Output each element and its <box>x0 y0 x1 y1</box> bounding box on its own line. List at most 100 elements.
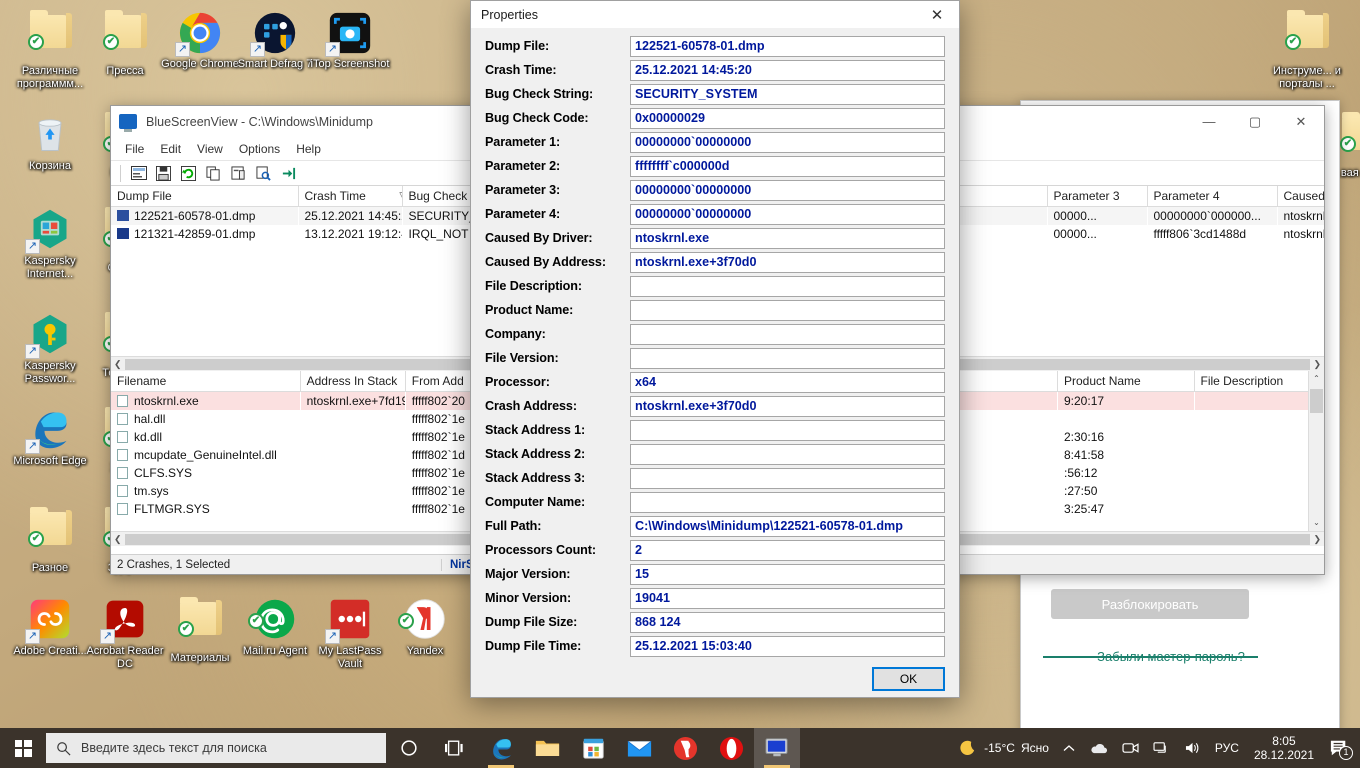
column-filename[interactable]: Filename <box>111 371 301 392</box>
property-value-field[interactable] <box>630 347 945 369</box>
desktop-icon-mailru-agent[interactable]: ✔ Mail.ru Agent <box>233 595 317 658</box>
maximize-button[interactable]: ▢ <box>1232 106 1278 138</box>
clock[interactable]: 8:05 28.12.2021 <box>1246 734 1322 762</box>
menu-help[interactable]: Help <box>288 140 329 158</box>
column-parameter-3[interactable]: Parameter 3 <box>1047 186 1148 207</box>
desktop-icon-itop-screenshot[interactable]: ↗ iTop Screenshot <box>308 8 392 71</box>
menu-options[interactable]: Options <box>231 140 288 158</box>
column-product-name[interactable]: Product Name <box>1057 371 1195 392</box>
desktop-icon-folder[interactable]: ✔ Пресса <box>83 8 167 78</box>
file-properties-icon[interactable] <box>228 164 249 183</box>
scroll-down-arrow-icon[interactable]: ⌄ <box>1309 515 1324 531</box>
close-icon[interactable]: ✕ <box>915 1 959 28</box>
property-value-field[interactable]: 2 <box>630 539 945 561</box>
desktop-icon-folder[interactable]: ✔ Различные программм... <box>8 8 92 90</box>
property-value-field[interactable]: ntoskrnl.exe+3f70d0 <box>630 395 945 417</box>
property-value-field[interactable] <box>630 443 945 465</box>
desktop-icon-folder[interactable]: ✔ Инструме... и порталы ... <box>1265 8 1349 90</box>
task-view-button[interactable] <box>432 728 478 768</box>
scroll-thumb[interactable] <box>1310 389 1323 413</box>
scroll-left-arrow-icon[interactable]: ❮ <box>114 534 122 545</box>
column-parameter-4[interactable]: Parameter 4 <box>1147 186 1278 207</box>
scroll-right-arrow-icon[interactable]: ❯ <box>1313 534 1321 545</box>
cortana-button[interactable] <box>386 728 432 768</box>
property-value-field[interactable]: 868 124 <box>630 611 945 633</box>
property-value-field[interactable] <box>630 491 945 513</box>
properties-icon[interactable] <box>128 164 149 183</box>
properties-titlebar[interactable]: Properties ✕ <box>471 1 959 28</box>
notification-center-button[interactable]: 1 <box>1322 728 1356 768</box>
property-value-field[interactable] <box>630 419 945 441</box>
menu-edit[interactable]: Edit <box>152 140 189 158</box>
save-icon[interactable] <box>153 164 174 183</box>
property-value-field[interactable] <box>630 323 945 345</box>
bluescreenview-taskbar-button[interactable] <box>754 728 800 768</box>
scroll-left-arrow-icon[interactable]: ❮ <box>114 359 122 370</box>
desktop-icon-lastpass[interactable]: ↗ My LastPass Vault <box>308 595 392 670</box>
property-value-field[interactable] <box>630 467 945 489</box>
desktop-icon-chrome[interactable]: ↗ Google Chrome <box>158 8 242 71</box>
column-file-description[interactable]: File Description <box>1194 371 1324 392</box>
refresh-icon[interactable] <box>178 164 199 183</box>
property-value-field[interactable]: 00000000`00000000 <box>630 179 945 201</box>
desktop-icon-folder[interactable]: ✔ Разное <box>8 505 92 575</box>
desktop-icon-microsoft-edge[interactable]: ↗ Microsoft Edge <box>8 405 92 468</box>
close-button[interactable]: ✕ <box>1278 106 1324 138</box>
start-button[interactable] <box>0 728 46 768</box>
menu-file[interactable]: File <box>117 140 152 158</box>
desktop-icon-kaspersky-password[interactable]: ↗ Kaspersky Passwor... <box>8 310 92 385</box>
minimize-button[interactable]: — <box>1186 106 1232 138</box>
microsoft-store-taskbar-button[interactable] <box>570 728 616 768</box>
copy-icon[interactable] <box>203 164 224 183</box>
property-value-field[interactable]: 15 <box>630 563 945 585</box>
property-value-field[interactable]: 00000000`00000000 <box>630 203 945 225</box>
menu-view[interactable]: View <box>189 140 231 158</box>
camera-tray-button[interactable] <box>1115 728 1146 768</box>
edge-taskbar-button[interactable] <box>478 728 524 768</box>
find-icon[interactable] <box>253 164 274 183</box>
column-caused-by-driver[interactable]: Caused By Driver <box>1277 186 1324 207</box>
property-value-field[interactable]: 19041 <box>630 587 945 609</box>
column-crash-time[interactable]: Crash Time ▽ <box>298 186 403 207</box>
file-explorer-taskbar-button[interactable] <box>524 728 570 768</box>
ok-button[interactable]: OK <box>872 667 945 691</box>
property-value-field[interactable] <box>630 275 945 297</box>
weather-widget[interactable]: -15°C Ясно <box>951 728 1056 768</box>
unlock-button[interactable]: Разблокировать <box>1051 589 1249 619</box>
property-value-field[interactable]: ntoskrnl.exe+3f70d0 <box>630 251 945 273</box>
column-dump-file[interactable]: Dump File <box>111 186 299 207</box>
scroll-up-arrow-icon[interactable]: ⌃ <box>1309 371 1324 387</box>
volume-tray-button[interactable] <box>1177 728 1208 768</box>
property-value-field[interactable] <box>630 299 945 321</box>
property-value-field[interactable]: ntoskrnl.exe <box>630 227 945 249</box>
mail-taskbar-button[interactable] <box>616 728 662 768</box>
yandex-browser-taskbar-button[interactable] <box>662 728 708 768</box>
desktop-icon-recycle-bin[interactable]: Корзина <box>8 110 92 173</box>
lower-vertical-scrollbar[interactable]: ⌃ ⌄ <box>1308 371 1324 531</box>
property-value-field[interactable]: ffffffff`c000000d <box>630 155 945 177</box>
property-value-field[interactable]: 0x00000029 <box>630 107 945 129</box>
property-value-field[interactable]: 25.12.2021 14:45:20 <box>630 59 945 81</box>
property-value-field[interactable]: x64 <box>630 371 945 393</box>
exit-icon[interactable] <box>278 164 299 183</box>
desktop-icon-acrobat-reader[interactable]: ↗ Acrobat Reader DC <box>83 595 167 670</box>
desktop-icon-smart-defrag[interactable]: ↗ Smart Defrag 7 <box>233 8 317 71</box>
property-value-field[interactable]: 00000000`00000000 <box>630 131 945 153</box>
opera-taskbar-button[interactable] <box>708 728 754 768</box>
onedrive-tray-button[interactable] <box>1082 728 1115 768</box>
property-value-field[interactable]: C:\Windows\Minidump\122521-60578-01.dmp <box>630 515 945 537</box>
property-value-field[interactable]: 122521-60578-01.dmp <box>630 35 945 57</box>
scroll-right-arrow-icon[interactable]: ❯ <box>1313 359 1321 370</box>
cell-filename: tm.sys <box>111 482 300 500</box>
property-value-field[interactable]: SECURITY_SYSTEM <box>630 83 945 105</box>
taskbar-search-box[interactable]: Введите здесь текст для поиска <box>46 733 386 763</box>
column-address-in-stack[interactable]: Address In Stack <box>300 371 406 392</box>
property-value-field[interactable]: 25.12.2021 15:03:40 <box>630 635 945 657</box>
network-tray-button[interactable] <box>1146 728 1177 768</box>
desktop-icon-kaspersky-internet[interactable]: ↗ Kaspersky Internet... <box>8 205 92 280</box>
show-hidden-icons-button[interactable] <box>1056 728 1082 768</box>
forgot-master-password-link[interactable]: Забыли мастер-пароль? <box>1051 649 1291 664</box>
desktop-icon-folder[interactable]: ✔ Материалы <box>158 595 242 665</box>
language-indicator[interactable]: РУС <box>1208 728 1246 768</box>
desktop-icon-adobe-creative-cloud[interactable]: ↗ Adobe Creati... <box>8 595 92 658</box>
